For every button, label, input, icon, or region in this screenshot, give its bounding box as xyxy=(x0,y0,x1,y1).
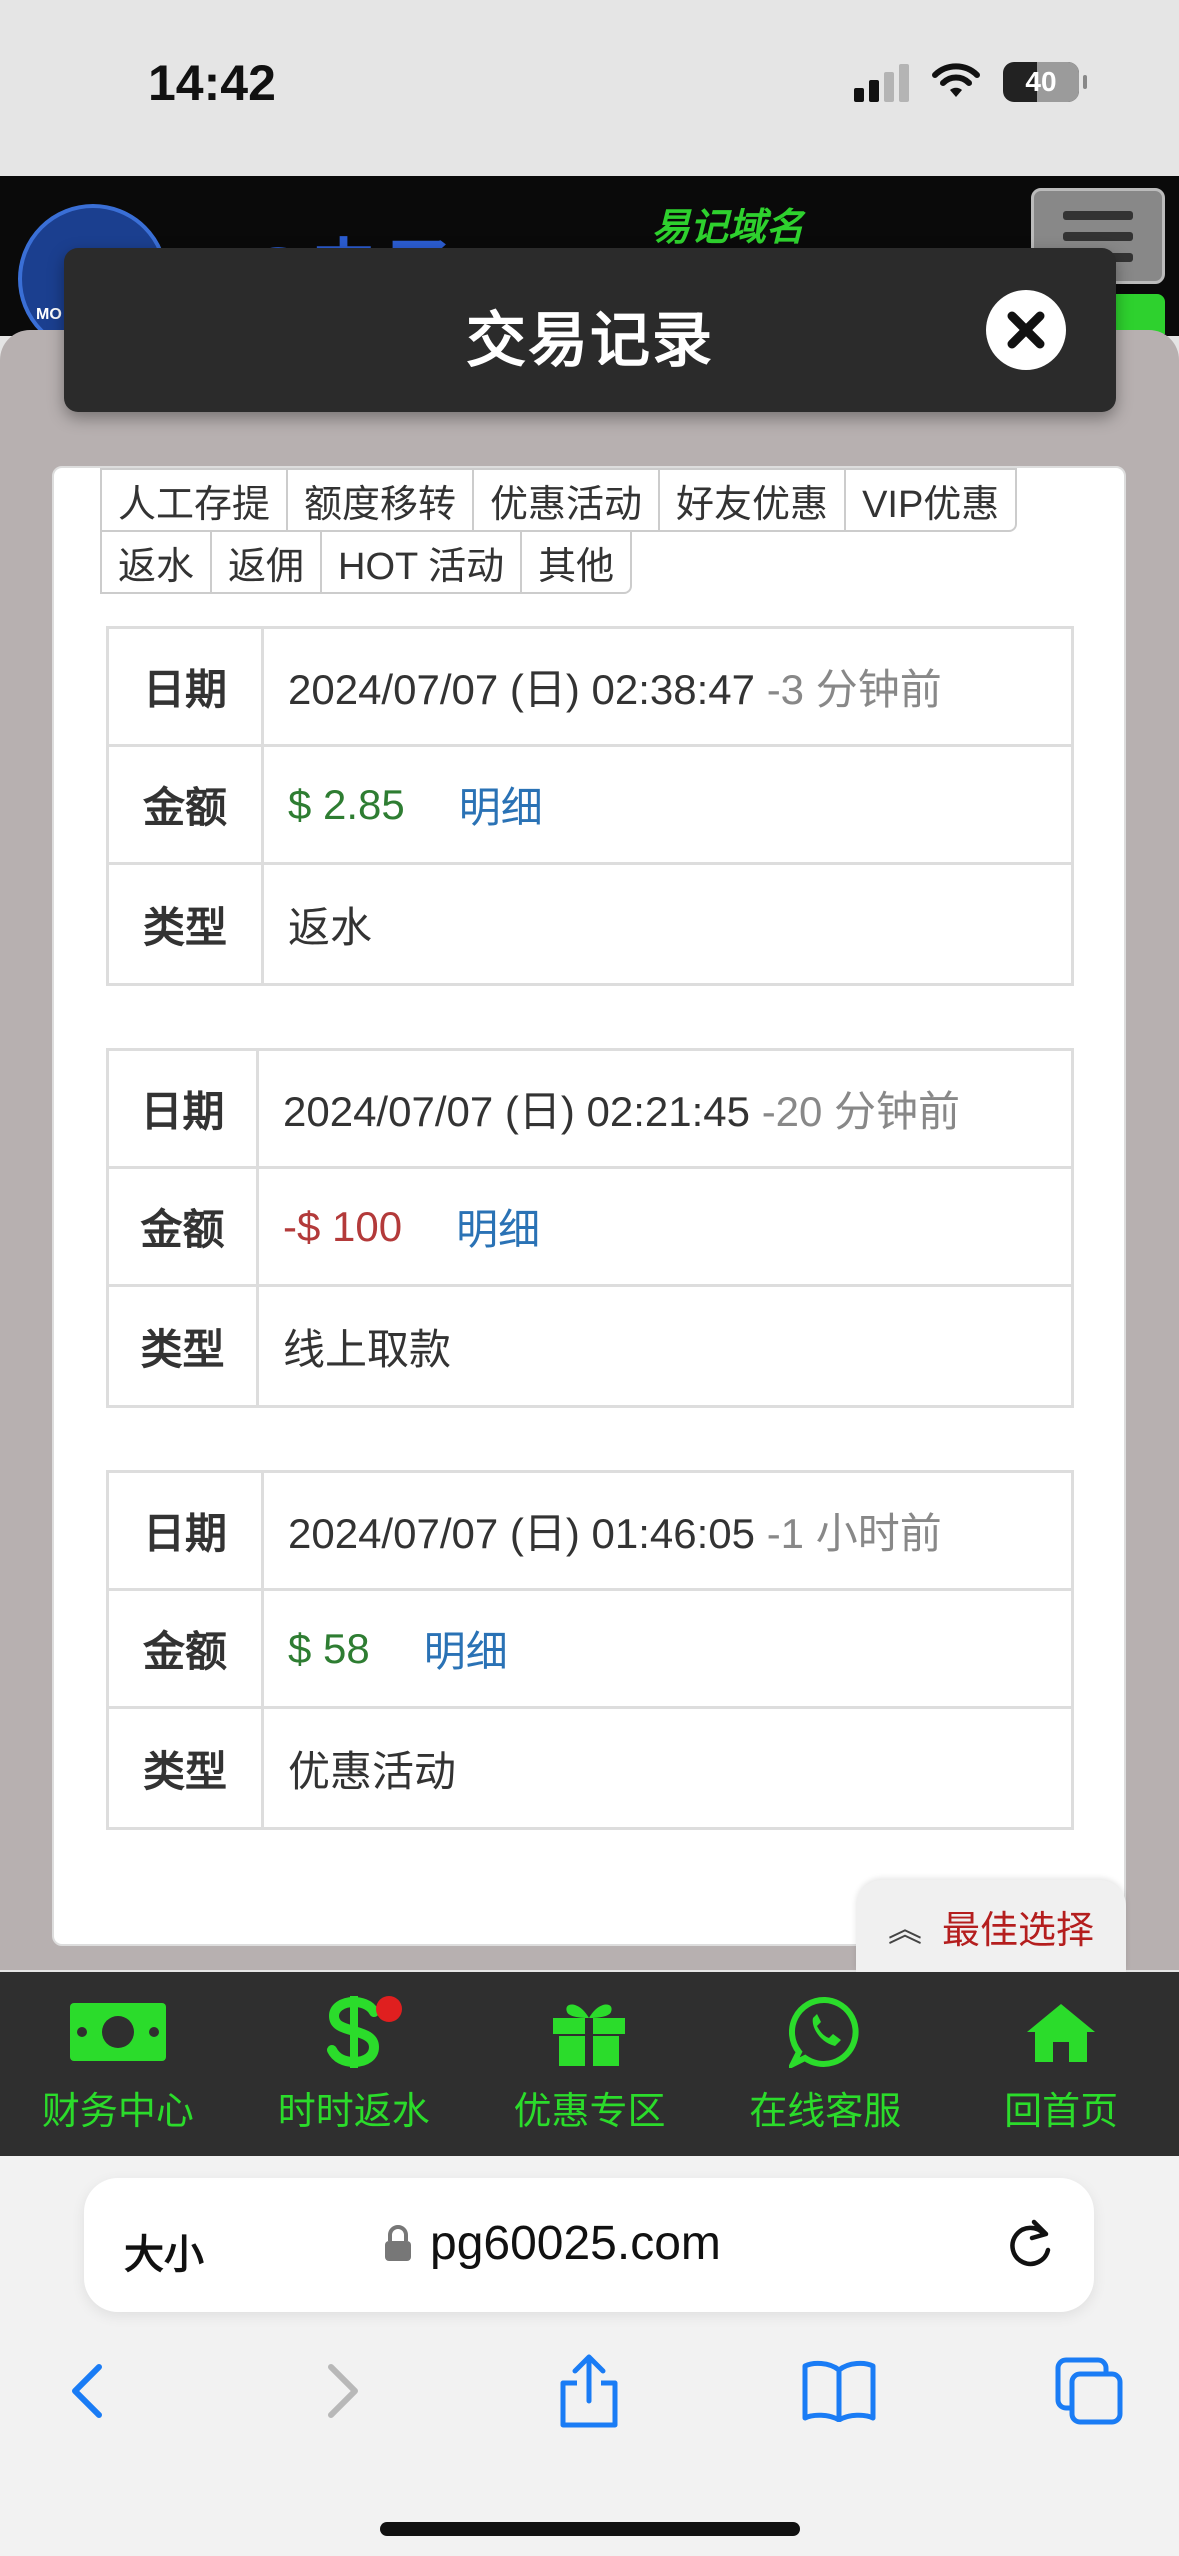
date-value: 2024/07/07 (日) 01:46:05 -1 小时前 xyxy=(264,1473,1071,1588)
tab-other[interactable]: 其他 xyxy=(520,530,633,594)
nav-label: 时时返水 xyxy=(277,2090,430,2133)
close-button[interactable] xyxy=(986,290,1066,370)
tab-rebate[interactable]: 返水 xyxy=(100,530,213,594)
url-text: pg60025.com xyxy=(430,2217,721,2270)
nav-customer-service[interactable]: 在线客服 xyxy=(707,1972,943,2156)
tab-credit-transfer[interactable]: 额度移转 xyxy=(286,468,475,532)
record-amount: $ 2.85 xyxy=(288,780,405,828)
lock-icon xyxy=(385,2224,411,2261)
record-date: 2024/07/07 (日) 02:38:47 xyxy=(288,666,756,713)
record-amount: $ 58 xyxy=(288,1624,370,1672)
detail-link[interactable]: 明细 xyxy=(456,1196,540,1257)
whatsapp-icon xyxy=(789,1996,859,2068)
type-label: 类型 xyxy=(109,1709,264,1827)
tab-manual-deposit[interactable]: 人工存提 xyxy=(100,468,289,532)
detail-link[interactable]: 明细 xyxy=(459,774,543,835)
detail-link[interactable]: 明细 xyxy=(424,1618,508,1679)
back-arrow-icon xyxy=(72,2364,102,2418)
bottom-nav: 财务中心 时时返水 优惠专区 在线客服 回首页 xyxy=(0,1972,1179,2156)
tab-hot-activity[interactable]: HOT 活动 xyxy=(320,530,523,594)
address-bar[interactable]: 大小 pg60025.com xyxy=(84,2178,1094,2312)
gift-icon xyxy=(553,2003,626,2066)
date-label: 日期 xyxy=(109,1473,264,1588)
record-ago: -1 小时前 xyxy=(766,1510,942,1557)
nav-finance-center[interactable]: 财务中心 xyxy=(0,1972,236,2156)
record-amount: -$ 100 xyxy=(283,1202,403,1250)
forward-button[interactable] xyxy=(298,2346,388,2436)
browser-chrome: 大小 pg60025.com xyxy=(0,2156,1179,2556)
status-bar: 14:42 40 xyxy=(0,0,1179,176)
amount-label: 金额 xyxy=(109,1591,264,1706)
home-icon xyxy=(1027,2003,1096,2062)
tab-vip-bonus[interactable]: VIP优惠 xyxy=(844,468,1018,532)
notification-dot xyxy=(375,1996,402,2022)
tab-friend-bonus[interactable]: 好友优惠 xyxy=(658,468,847,532)
transaction-record: 日期 2024/07/07 (日) 02:21:45 -20 分钟前 金额 -$… xyxy=(106,1048,1074,1408)
date-label: 日期 xyxy=(109,629,264,744)
wifi-icon xyxy=(932,63,980,97)
dollar-icon xyxy=(326,1995,379,2068)
record-ago: -20 分钟前 xyxy=(761,1088,961,1135)
tab-commission[interactable]: 返佣 xyxy=(210,530,323,594)
modal-title: 交易记录 xyxy=(466,307,714,374)
record-type: 返水 xyxy=(288,903,373,951)
share-icon xyxy=(560,2354,618,2428)
status-time: 14:42 xyxy=(148,55,276,111)
transaction-record: 日期 2024/07/07 (日) 02:38:47 -3 分钟前 金额 $ 2… xyxy=(106,626,1074,986)
tabs-icon xyxy=(1055,2357,1123,2425)
transaction-card: 人工存提 额度移转 优惠活动 好友优惠 VIP优惠 返水 返佣 HOT 活动 其… xyxy=(52,466,1126,1946)
type-label: 类型 xyxy=(109,1287,259,1405)
amount-value: -$ 100 明细 xyxy=(259,1169,1071,1284)
home-indicator xyxy=(380,2522,800,2536)
close-icon xyxy=(1007,311,1045,349)
modal-header: 交易记录 xyxy=(64,248,1116,412)
record-ago: -3 分钟前 xyxy=(766,666,942,713)
money-icon xyxy=(69,2002,166,2061)
browser-toolbar xyxy=(0,2346,1179,2466)
amount-label: 金额 xyxy=(109,1169,259,1284)
status-icons: 40 xyxy=(854,62,1087,102)
tabs-button[interactable] xyxy=(1044,2346,1134,2436)
share-button[interactable] xyxy=(544,2346,634,2436)
nav-home[interactable]: 回首页 xyxy=(943,1972,1179,2156)
reload-button[interactable] xyxy=(1004,2216,1056,2277)
tab-promotions[interactable]: 优惠活动 xyxy=(472,468,661,532)
reload-icon xyxy=(1010,2219,1051,2267)
cellular-signal-icon xyxy=(854,62,909,102)
nav-rebate[interactable]: 时时返水 xyxy=(236,1972,472,2156)
amount-value: $ 58 明细 xyxy=(264,1591,1071,1706)
site-tagline: 易记域名 xyxy=(652,207,805,249)
transaction-record: 日期 2024/07/07 (日) 01:46:05 -1 小时前 金额 $ 5… xyxy=(106,1470,1074,1830)
nav-label: 回首页 xyxy=(1004,2090,1119,2133)
records-list: 日期 2024/07/07 (日) 02:38:47 -3 分钟前 金额 $ 2… xyxy=(106,626,1074,1892)
type-label: 类型 xyxy=(109,865,264,983)
bookmarks-button[interactable] xyxy=(794,2346,884,2436)
record-type: 优惠活动 xyxy=(288,1747,457,1795)
battery-icon: 40 xyxy=(1003,62,1087,102)
nav-label: 优惠专区 xyxy=(513,2090,666,2133)
record-date: 2024/07/07 (日) 01:46:05 xyxy=(288,1510,756,1557)
best-choice-label: 最佳选择 xyxy=(941,1909,1094,1952)
record-type: 线上取款 xyxy=(283,1325,452,1373)
amount-label: 金额 xyxy=(109,747,264,862)
chevron-up-icon: ︽ xyxy=(887,1910,922,1949)
battery-level: 40 xyxy=(1025,66,1057,97)
filter-tabs: 人工存提 额度移转 优惠活动 好友优惠 VIP优惠 返水 返佣 HOT 活动 其… xyxy=(100,468,1082,594)
best-choice-button[interactable]: ︽ 最佳选择 xyxy=(856,1880,1126,1972)
record-date: 2024/07/07 (日) 02:21:45 xyxy=(283,1088,751,1135)
date-value: 2024/07/07 (日) 02:38:47 -3 分钟前 xyxy=(264,629,1071,744)
forward-arrow-icon xyxy=(328,2364,358,2418)
back-button[interactable] xyxy=(42,2346,132,2436)
nav-label: 在线客服 xyxy=(749,2090,902,2133)
site-logo-badge: MO xyxy=(36,306,62,323)
book-icon xyxy=(802,2360,876,2422)
nav-promotions[interactable]: 优惠专区 xyxy=(472,1972,708,2156)
url-display[interactable]: pg60025.com xyxy=(384,2216,721,2271)
nav-label: 财务中心 xyxy=(41,2090,194,2133)
text-size-button[interactable]: 大小 xyxy=(124,2222,204,2280)
date-label: 日期 xyxy=(109,1051,259,1166)
date-value: 2024/07/07 (日) 02:21:45 -20 分钟前 xyxy=(259,1051,1071,1166)
amount-value: $ 2.85 明细 xyxy=(264,747,1071,862)
